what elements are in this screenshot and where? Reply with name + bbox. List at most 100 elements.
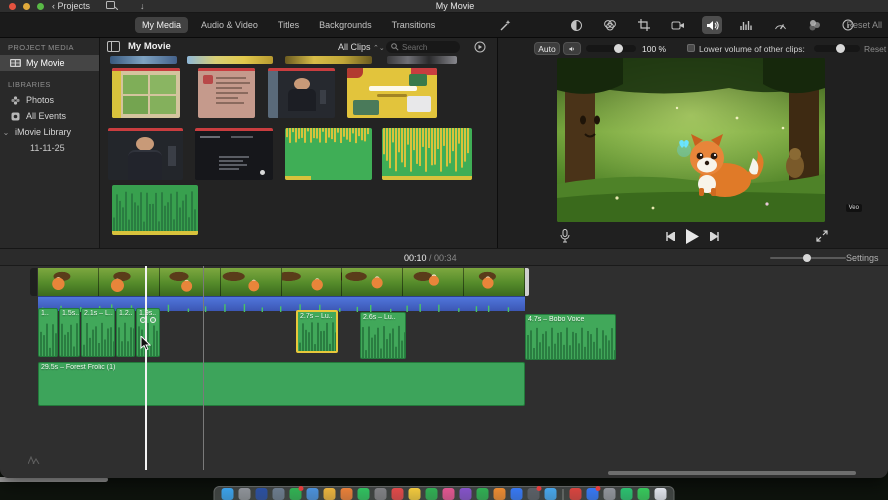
dock-app-icon[interactable] [408,488,421,500]
close-window-button[interactable] [9,3,16,10]
media-thumbnail[interactable] [112,68,180,118]
back-to-projects-button[interactable]: ‹ Projects [52,1,90,11]
media-thumbnail[interactable] [198,68,255,118]
dock-app-icon[interactable] [459,488,472,500]
audio-clip-selected[interactable]: 2.7s – Lu.. [296,310,338,353]
video-preview[interactable] [557,58,825,222]
clip-trim-handle[interactable] [30,268,37,296]
sidebar-item-event-date[interactable]: 11-11-25 [0,140,99,156]
dock-app-icon[interactable] [569,488,582,500]
fullscreen-icon[interactable] [816,230,828,242]
dock-app-icon[interactable] [323,488,336,500]
media-thumbnail[interactable] [108,128,183,180]
dock-app-icon[interactable] [306,488,319,500]
video-clip-filmstrip[interactable] [38,268,525,296]
tab-my-media[interactable]: My Media [135,17,189,33]
background-music-clip[interactable]: 29.5s – Forest Frolic (1) [38,362,525,406]
tab-backgrounds[interactable]: Backgrounds [312,17,379,33]
media-thumbnail[interactable] [285,128,372,180]
lower-volume-checkbox[interactable] [687,44,695,52]
mute-button[interactable] [563,42,581,55]
media-thumbnail[interactable] [187,56,273,64]
media-thumbnail[interactable] [382,128,472,180]
sidebar-item-all-events[interactable]: All Events [0,108,99,124]
lower-volume-slider[interactable] [814,44,860,53]
playhead[interactable] [145,266,147,470]
media-thumbnail[interactable] [112,185,198,235]
sidebar-item-photos[interactable]: Photos [0,92,99,108]
audio-clip[interactable]: 1.5s.. [59,308,80,357]
media-thumbnail[interactable] [285,56,372,64]
zoom-window-button[interactable] [37,3,44,10]
next-frame-button[interactable] [710,232,720,241]
lower-volume-slider-knob[interactable] [836,44,845,53]
previous-frame-button[interactable] [665,232,675,241]
dock-app-icon[interactable] [374,488,387,500]
sidebar-item-my-movie[interactable]: My Movie [0,55,99,71]
audio-clip[interactable]: 4.7s – Bobo Voice [525,314,616,360]
audio-clip[interactable]: 2.1s – L.. [81,308,115,357]
crop-icon[interactable] [634,16,654,34]
dock-app-icon[interactable] [272,488,285,500]
noise-reduction-icon[interactable] [736,16,756,34]
dock-app-icon[interactable] [391,488,404,500]
media-thumbnail[interactable] [195,128,273,180]
clip-filter-icon[interactable] [804,16,824,34]
volume-icon[interactable] [702,16,722,34]
dock-app-icon[interactable] [493,488,506,500]
dock-app-icon[interactable] [527,486,542,500]
timeline-zoom-knob[interactable] [803,253,811,262]
media-thumbnail[interactable] [387,56,457,64]
reset-all-button[interactable]: Reset All [846,20,882,30]
dock-app-icon[interactable] [637,488,650,500]
movie-end-handle[interactable] [525,268,529,296]
timeline-zoom-slider[interactable] [770,253,846,262]
audio-clip[interactable]: 1.2.. [116,308,135,357]
dock-app-icon[interactable] [340,488,353,500]
reset-button[interactable]: Reset [864,44,886,54]
download-arrow-icon[interactable]: ↓ [140,1,145,11]
dock-app-icon[interactable] [654,488,667,500]
tab-transitions[interactable]: Transitions [385,17,443,33]
tab-audio-video[interactable]: Audio & Video [194,17,265,33]
dock-app-icon[interactable] [357,488,370,500]
dock-app-icon[interactable] [238,488,251,500]
volume-slider[interactable] [586,44,636,53]
fade-handle[interactable] [150,317,156,323]
voiceover-mic-icon[interactable] [560,229,570,243]
dock-app-icon[interactable] [603,488,616,500]
volume-slider-knob[interactable] [614,44,623,53]
stabilization-icon[interactable] [668,16,688,34]
search-input[interactable]: Search [386,41,460,53]
media-thumbnail[interactable] [110,56,177,64]
play-button[interactable] [686,229,699,244]
dock-app-icon[interactable] [586,486,601,500]
clips-filter-dropdown[interactable]: All Clips ⌃⌄ [338,42,385,52]
color-correction-icon[interactable] [600,16,620,34]
tab-titles[interactable]: Titles [271,17,306,33]
disclosure-chevron-icon[interactable]: ⌄ [2,128,10,137]
dock-app-icon[interactable] [425,488,438,500]
audio-clip[interactable]: 1.. [38,308,58,357]
sidebar-toggle-icon[interactable] [107,41,120,52]
timeline-scrollbar[interactable] [608,471,856,475]
dock-app-icon[interactable] [289,486,304,500]
dock-app-icon[interactable] [221,488,234,500]
minimize-window-button[interactable] [23,3,30,10]
dock-app-icon[interactable] [620,488,633,500]
import-media-icon[interactable] [106,1,118,10]
enhance-wand-icon[interactable] [496,16,516,34]
audio-clip[interactable]: 2.6s – Lu.. [360,312,406,359]
media-thumbnail[interactable] [268,68,335,118]
fade-handle[interactable] [140,317,146,323]
skim-playback-icon[interactable] [474,41,486,53]
dock-app-icon[interactable] [476,488,489,500]
auto-volume-button[interactable]: Auto [534,42,560,55]
color-balance-icon[interactable] [566,16,586,34]
media-thumbnail[interactable] [347,68,437,118]
dock-app-icon[interactable] [255,488,268,500]
settings-button[interactable]: Settings [846,253,879,263]
dock-app-icon[interactable] [442,488,455,500]
dock-app-icon[interactable] [510,488,523,500]
speed-icon[interactable] [770,16,790,34]
